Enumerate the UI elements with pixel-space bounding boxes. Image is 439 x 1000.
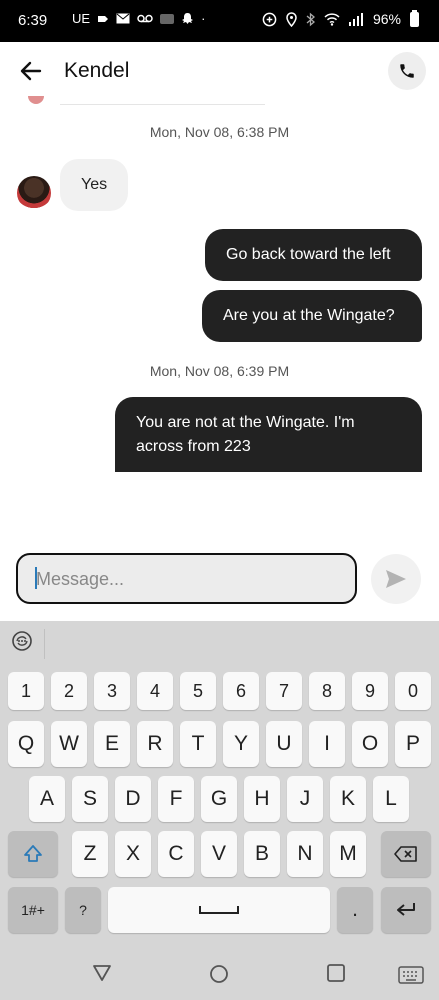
- battery-icon: [410, 9, 419, 27]
- question-key[interactable]: ?: [65, 887, 101, 933]
- key-h[interactable]: H: [244, 776, 280, 822]
- voicemail-icon: [137, 14, 153, 23]
- message-composer: [16, 553, 357, 604]
- key-x[interactable]: X: [115, 831, 151, 877]
- key-7[interactable]: 7: [266, 672, 302, 710]
- contact-name: Kendel: [64, 59, 130, 82]
- data-saver-icon: [262, 12, 277, 26]
- phone-icon: [400, 64, 414, 78]
- back-arrow-icon[interactable]: [18, 58, 44, 84]
- location-icon: [286, 11, 297, 27]
- key-n[interactable]: N: [287, 831, 323, 877]
- battery-percent: 96%: [372, 11, 401, 27]
- navigation-bar: [0, 942, 439, 1000]
- 3d-app-icon: [160, 13, 175, 24]
- status-bar: 6:39 UE · 96%: [0, 0, 439, 42]
- key-2[interactable]: 2: [51, 672, 87, 710]
- text-caret: [35, 567, 37, 589]
- mail-icon: [116, 13, 130, 24]
- key-y[interactable]: Y: [223, 721, 259, 767]
- timestamp: Mon, Nov 08, 6:38 PM: [149, 124, 290, 140]
- send-button[interactable]: [371, 554, 421, 604]
- key-3[interactable]: 3: [94, 672, 130, 710]
- message-outgoing: You are not at the Wingate. I'm across f…: [115, 397, 422, 472]
- message-line: across from 223: [136, 437, 251, 455]
- enter-key[interactable]: [381, 887, 431, 933]
- timestamp: Mon, Nov 08, 6:39 PM: [149, 363, 290, 379]
- key-l[interactable]: L: [373, 776, 409, 822]
- key-o[interactable]: O: [352, 721, 388, 767]
- key-6[interactable]: 6: [223, 672, 259, 710]
- bluetooth-icon: [306, 12, 315, 26]
- recents-nav-icon[interactable]: [327, 964, 345, 982]
- toolbar-divider: [44, 629, 45, 659]
- key-v[interactable]: V: [201, 831, 237, 877]
- space-icon: [199, 906, 239, 914]
- key-e[interactable]: E: [94, 721, 130, 767]
- snapchat-icon: [182, 12, 194, 24]
- backspace-key[interactable]: [381, 831, 431, 877]
- key-4[interactable]: 4: [137, 672, 173, 710]
- more-notifications-icon: ·: [201, 11, 206, 26]
- key-a[interactable]: A: [29, 776, 65, 822]
- message-input[interactable]: [18, 555, 338, 603]
- shift-key[interactable]: [8, 831, 58, 877]
- key-5[interactable]: 5: [180, 672, 216, 710]
- key-q[interactable]: Q: [8, 721, 44, 767]
- period-key[interactable]: .: [337, 887, 373, 933]
- key-u[interactable]: U: [266, 721, 302, 767]
- keyboard-settings-icon[interactable]: [10, 629, 34, 653]
- message-line: You are not at the Wingate. I'm: [136, 413, 355, 431]
- backspace-icon: [394, 846, 417, 862]
- key-w[interactable]: W: [51, 721, 87, 767]
- carrier-label: UE: [72, 11, 91, 26]
- message-bubble-partial: [60, 92, 265, 105]
- home-nav-icon[interactable]: [209, 964, 229, 984]
- key-g[interactable]: G: [201, 776, 237, 822]
- wifi-icon: [324, 12, 340, 26]
- key-1[interactable]: 1: [8, 672, 44, 710]
- message-outgoing: Go back toward the left: [205, 229, 422, 281]
- key-i[interactable]: I: [309, 721, 345, 767]
- key-9[interactable]: 9: [352, 672, 388, 710]
- shift-icon: [24, 845, 42, 862]
- key-r[interactable]: R: [137, 721, 173, 767]
- key-k[interactable]: K: [330, 776, 366, 822]
- key-t[interactable]: T: [180, 721, 216, 767]
- symbols-key[interactable]: 1#+: [8, 887, 58, 933]
- key-8[interactable]: 8: [309, 672, 345, 710]
- key-s[interactable]: S: [72, 776, 108, 822]
- key-b[interactable]: B: [244, 831, 280, 877]
- key-f[interactable]: F: [158, 776, 194, 822]
- message-outgoing: Are you at the Wingate?: [202, 290, 422, 342]
- key-p[interactable]: P: [395, 721, 431, 767]
- keyboard-hide-icon[interactable]: [398, 966, 424, 984]
- status-time: 6:39: [18, 12, 48, 29]
- contact-avatar: [17, 176, 51, 210]
- call-button[interactable]: [388, 52, 426, 90]
- key-c[interactable]: C: [158, 831, 194, 877]
- avatar-partial: [28, 96, 44, 104]
- key-d[interactable]: D: [115, 776, 151, 822]
- key-z[interactable]: Z: [72, 831, 108, 877]
- key-m[interactable]: M: [330, 831, 366, 877]
- arrow-notification-icon: [98, 15, 109, 22]
- back-nav-icon[interactable]: [92, 964, 112, 982]
- signal-icon: [348, 12, 363, 26]
- space-key[interactable]: [108, 887, 330, 933]
- enter-icon: [397, 903, 415, 916]
- send-icon: [386, 570, 406, 588]
- message-incoming: Yes: [60, 159, 128, 211]
- key-j[interactable]: J: [287, 776, 323, 822]
- key-0[interactable]: 0: [395, 672, 431, 710]
